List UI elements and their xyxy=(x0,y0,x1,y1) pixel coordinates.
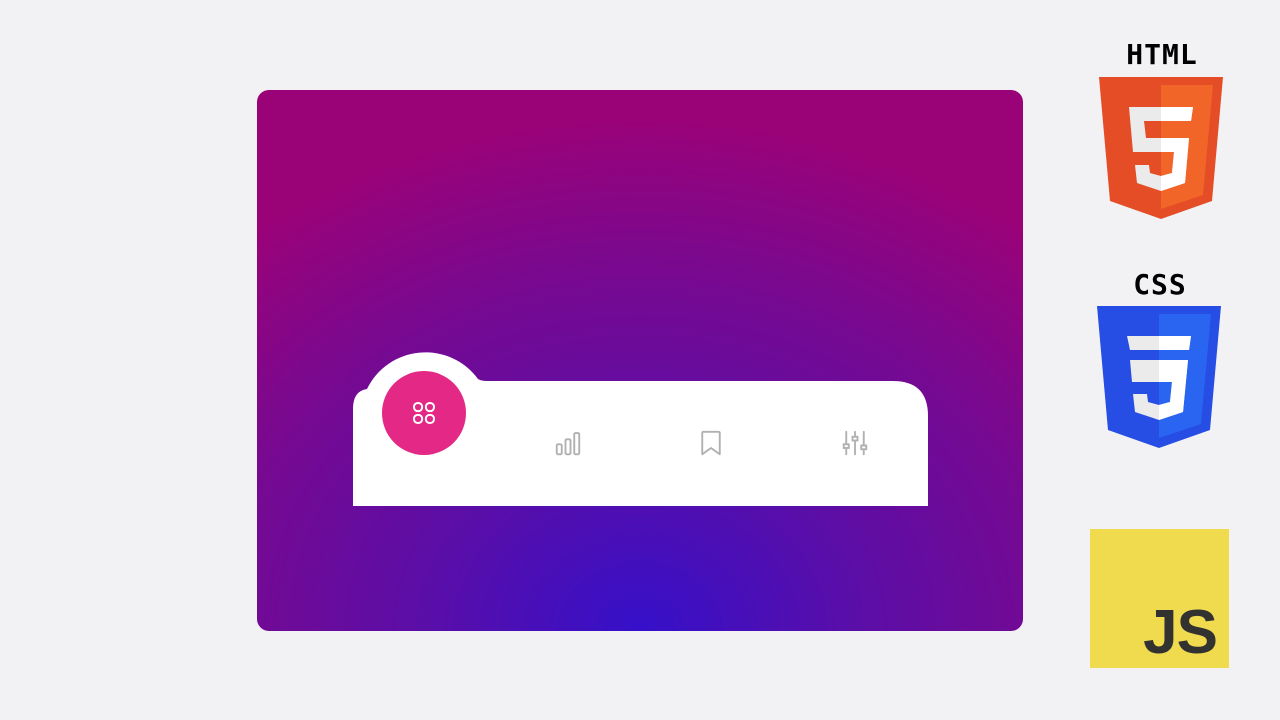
js-logo-label: JS xyxy=(1143,598,1218,667)
grid-icon xyxy=(413,402,435,424)
html5-logo-icon xyxy=(1099,77,1223,219)
html-logo-label: HTML xyxy=(1126,38,1198,71)
nav-item-settings[interactable] xyxy=(831,419,879,467)
nav-item-home-active[interactable] xyxy=(382,371,466,455)
sliders-icon xyxy=(842,430,868,456)
bottom-navigation-bar xyxy=(353,349,928,507)
bookmark-icon xyxy=(701,430,721,456)
nav-item-bookmarks[interactable] xyxy=(687,419,735,467)
bar-chart-icon xyxy=(555,432,581,456)
css3-logo-icon xyxy=(1097,306,1221,448)
javascript-logo-icon: JS xyxy=(1090,529,1229,668)
css-logo-label: CSS xyxy=(1133,268,1187,301)
nav-item-stats[interactable] xyxy=(544,419,592,467)
